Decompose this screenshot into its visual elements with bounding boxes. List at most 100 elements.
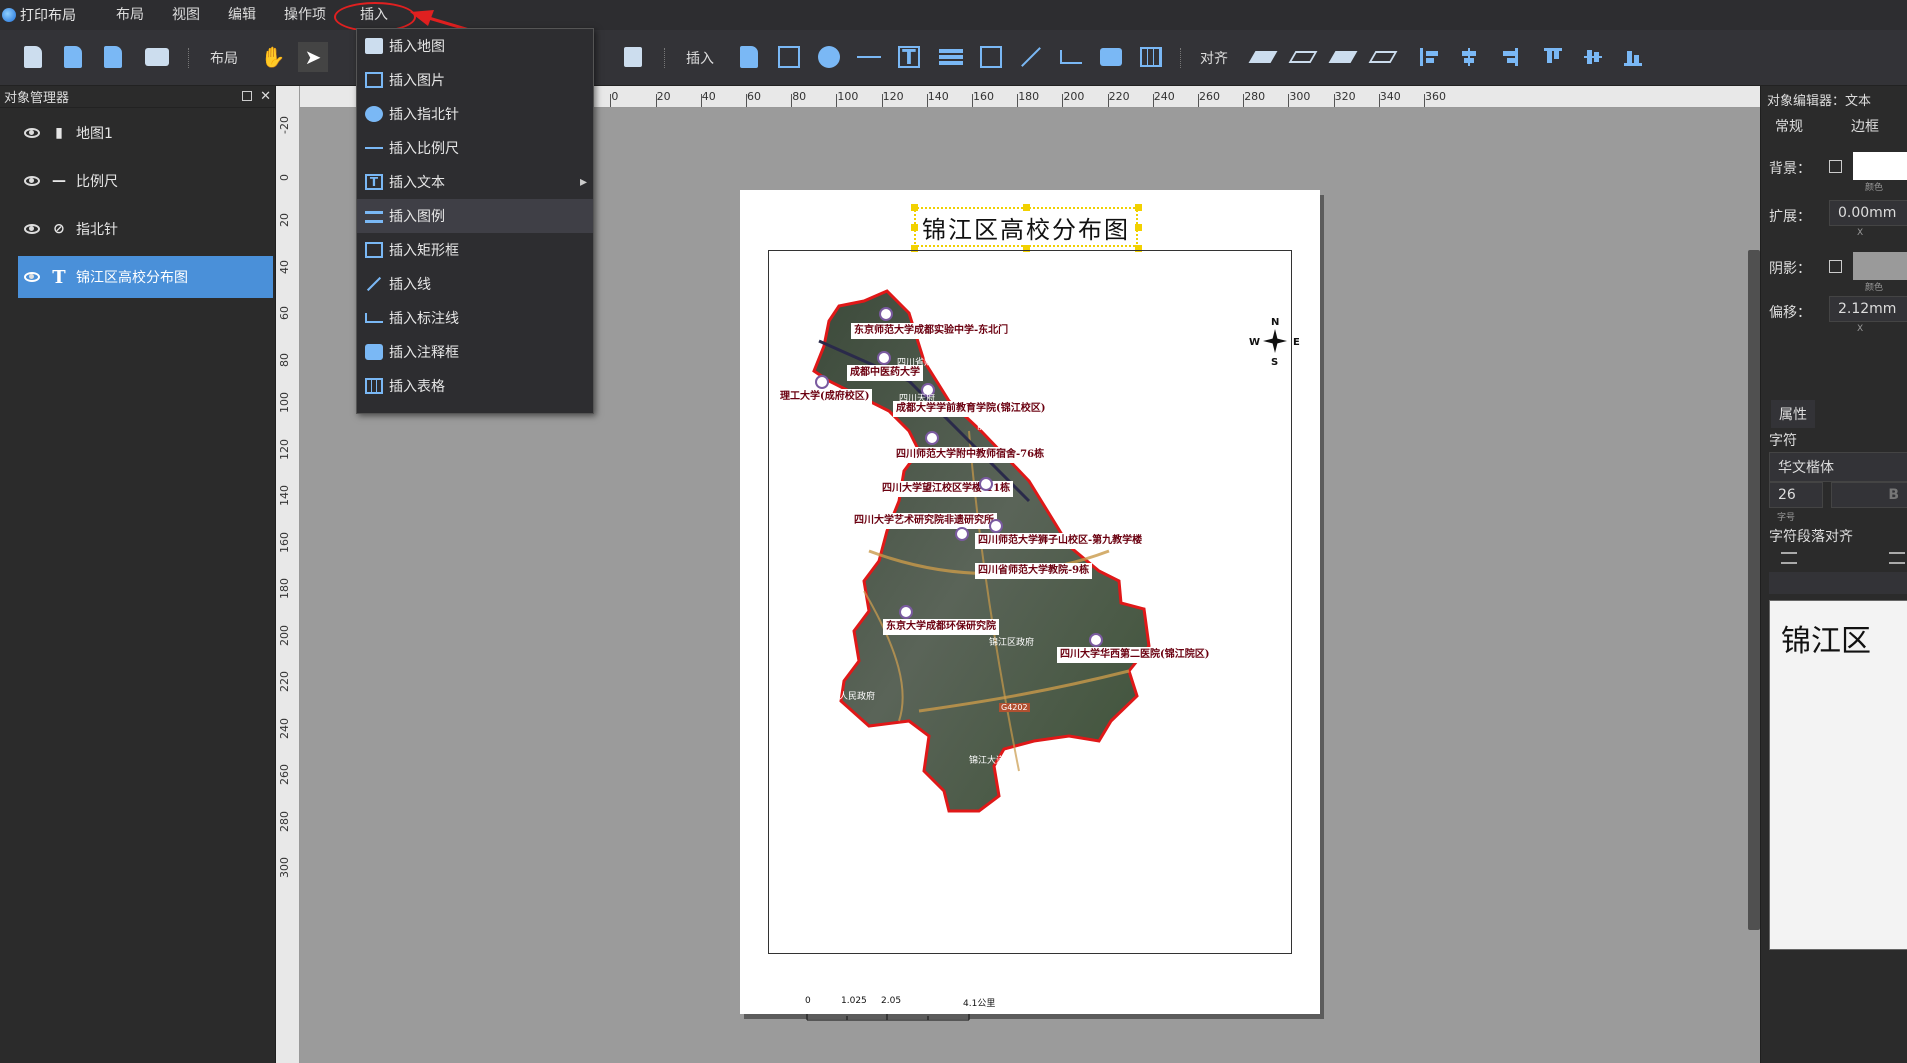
university-pin-icon[interactable] xyxy=(989,519,1003,533)
layer-item-scale[interactable]: — 比例尺 xyxy=(18,160,273,202)
layer-backward-icon xyxy=(1328,51,1358,63)
menu-item-insert-callout[interactable]: 插入标注线 xyxy=(357,301,593,335)
menu-operations[interactable]: 操作项 xyxy=(270,0,340,30)
save-button[interactable] xyxy=(58,42,88,72)
delete-button[interactable] xyxy=(618,42,648,72)
menu-item-insert-legend[interactable]: 插入图例 xyxy=(357,199,593,233)
north-arrow[interactable]: N S E W xyxy=(1249,317,1305,379)
close-panel-icon[interactable]: ✕ xyxy=(260,89,271,104)
menu-item-insert-compass[interactable]: 插入指北针 xyxy=(357,97,593,131)
page-title-text[interactable]: 锦江区高校分布图 xyxy=(914,207,1138,247)
pan-button[interactable]: ✋ xyxy=(258,42,288,72)
new-doc-icon xyxy=(24,46,42,68)
university-pin-icon[interactable] xyxy=(979,477,993,491)
align-top-button[interactable] xyxy=(1538,42,1568,72)
toolbar-insert-note-button[interactable] xyxy=(1096,42,1126,72)
align-justify-text-icon[interactable] xyxy=(1889,552,1905,564)
menu-item-insert-rectangle[interactable]: 插入矩形框 xyxy=(357,233,593,267)
compass-icon xyxy=(818,46,840,68)
align-center-icon xyxy=(1460,48,1478,66)
toolbar-insert-rect-button[interactable] xyxy=(976,42,1006,72)
vertical-scrollbar[interactable] xyxy=(1748,250,1760,930)
menu-item-insert-scale[interactable]: 插入比例尺 xyxy=(357,131,593,165)
resize-handle[interactable] xyxy=(1135,204,1142,211)
align-center-text-button[interactable] xyxy=(1769,572,1907,594)
menu-item-insert-image[interactable]: 插入图片 xyxy=(357,63,593,97)
offset-input[interactable]: 2.12mm xyxy=(1829,296,1907,322)
menu-item-insert-table[interactable]: 插入表格 xyxy=(357,369,593,403)
expand-input[interactable]: 0.00mm xyxy=(1829,200,1907,226)
background-color-swatch[interactable] xyxy=(1853,152,1907,180)
print-page[interactable]: 锦江区高校分布图 东京师范大学成都实验中学-东北门 成都中医药大学 理工大学(成… xyxy=(740,190,1320,1021)
menu-item-label: 插入图片 xyxy=(389,73,445,89)
app-title: 打印布局 xyxy=(20,8,76,24)
bold-button[interactable]: B xyxy=(1831,482,1907,508)
resize-handle[interactable] xyxy=(911,204,918,211)
menu-item-insert-line[interactable]: 插入线 xyxy=(357,267,593,301)
toolbar-insert-map-button[interactable] xyxy=(734,42,764,72)
select-button[interactable]: ➤ xyxy=(298,42,328,72)
menu-edit[interactable]: 编辑 xyxy=(214,0,270,30)
align-left-text-icon[interactable] xyxy=(1781,552,1797,564)
resize-handle[interactable] xyxy=(1023,204,1030,211)
toolbar-insert-legend-button[interactable] xyxy=(936,42,966,72)
university-pin-icon[interactable] xyxy=(955,527,969,541)
visibility-eye-icon[interactable] xyxy=(24,128,40,138)
resize-handle[interactable] xyxy=(911,224,918,231)
align-center-button[interactable] xyxy=(1454,42,1484,72)
align-right-button[interactable] xyxy=(1494,42,1524,72)
university-pin-icon[interactable] xyxy=(879,307,893,321)
university-pin-icon[interactable] xyxy=(815,375,829,389)
align-middle-button[interactable] xyxy=(1578,42,1608,72)
line-icon xyxy=(1021,47,1041,67)
tab-general[interactable]: 常规 xyxy=(1775,116,1803,136)
menu-view[interactable]: 视图 xyxy=(158,0,214,30)
visibility-eye-icon[interactable] xyxy=(24,224,40,234)
font-select[interactable]: 华文楷体 xyxy=(1769,452,1907,482)
university-pin-icon[interactable] xyxy=(925,431,939,445)
university-pin-icon[interactable] xyxy=(1089,633,1103,647)
toolbar-insert-line-button[interactable] xyxy=(1016,42,1046,72)
background-checkbox[interactable] xyxy=(1829,160,1842,173)
visibility-eye-icon[interactable] xyxy=(24,176,40,186)
toolbar-insert-scale-button[interactable] xyxy=(854,42,884,72)
shadow-checkbox[interactable] xyxy=(1829,260,1842,273)
layer-up-icon xyxy=(1248,51,1278,63)
tab-properties[interactable]: 属性 xyxy=(1771,400,1815,428)
toolbar-insert-table-button[interactable] xyxy=(1136,42,1166,72)
menu-item-insert-text[interactable]: T 插入文本 ▸ xyxy=(357,165,593,199)
toolbar-insert-compass-button[interactable] xyxy=(814,42,844,72)
toolbar-insert-image-button[interactable] xyxy=(774,42,804,72)
float-panel-icon[interactable] xyxy=(242,91,253,101)
layer-forward-icon xyxy=(1288,51,1318,63)
menu-item-insert-map[interactable]: 插入地图 xyxy=(357,29,593,63)
shadow-color-swatch[interactable] xyxy=(1853,252,1907,280)
bring-forward-button[interactable] xyxy=(1288,42,1318,72)
tab-border[interactable]: 边框 xyxy=(1851,116,1879,136)
color-caption: 颜色 xyxy=(1865,283,1884,293)
new-layout-button[interactable] xyxy=(18,42,48,72)
send-backward-button[interactable] xyxy=(1328,42,1358,72)
open-button[interactable] xyxy=(98,42,128,72)
align-left-button[interactable] xyxy=(1414,42,1444,72)
map-frame[interactable]: 东京师范大学成都实验中学-东北门 成都中医药大学 理工大学(成府校区) 成都大学… xyxy=(768,250,1300,1021)
align-bottom-button[interactable] xyxy=(1618,42,1648,72)
menu-item-insert-note[interactable]: 插入注释框 xyxy=(357,335,593,369)
scale-bar[interactable]: 0 1.025 2.05 4.1公里 xyxy=(805,996,1005,1026)
toolbar-insert-callout-button[interactable] xyxy=(1056,42,1086,72)
university-pin-icon[interactable] xyxy=(877,351,891,365)
layer-item-title-text[interactable]: T 锦江区高校分布图 xyxy=(18,256,273,298)
bring-front-button[interactable] xyxy=(1248,42,1278,72)
menu-item-label: 插入矩形框 xyxy=(389,243,459,259)
layer-item-map[interactable]: ▮ 地图1 xyxy=(18,112,273,154)
university-pin-icon[interactable] xyxy=(899,605,913,619)
toolbar-insert-text-button[interactable]: T xyxy=(894,42,924,72)
print-button[interactable] xyxy=(142,42,172,72)
font-size-select[interactable]: 26 xyxy=(1769,482,1823,508)
layer-item-compass[interactable]: ⊘ 指北针 xyxy=(18,208,273,250)
ruler-tick xyxy=(1062,94,1064,107)
send-back-button[interactable] xyxy=(1368,42,1398,72)
resize-handle[interactable] xyxy=(1135,224,1142,231)
menu-layout[interactable]: 布局 xyxy=(102,0,158,30)
visibility-eye-icon[interactable] xyxy=(24,272,40,282)
